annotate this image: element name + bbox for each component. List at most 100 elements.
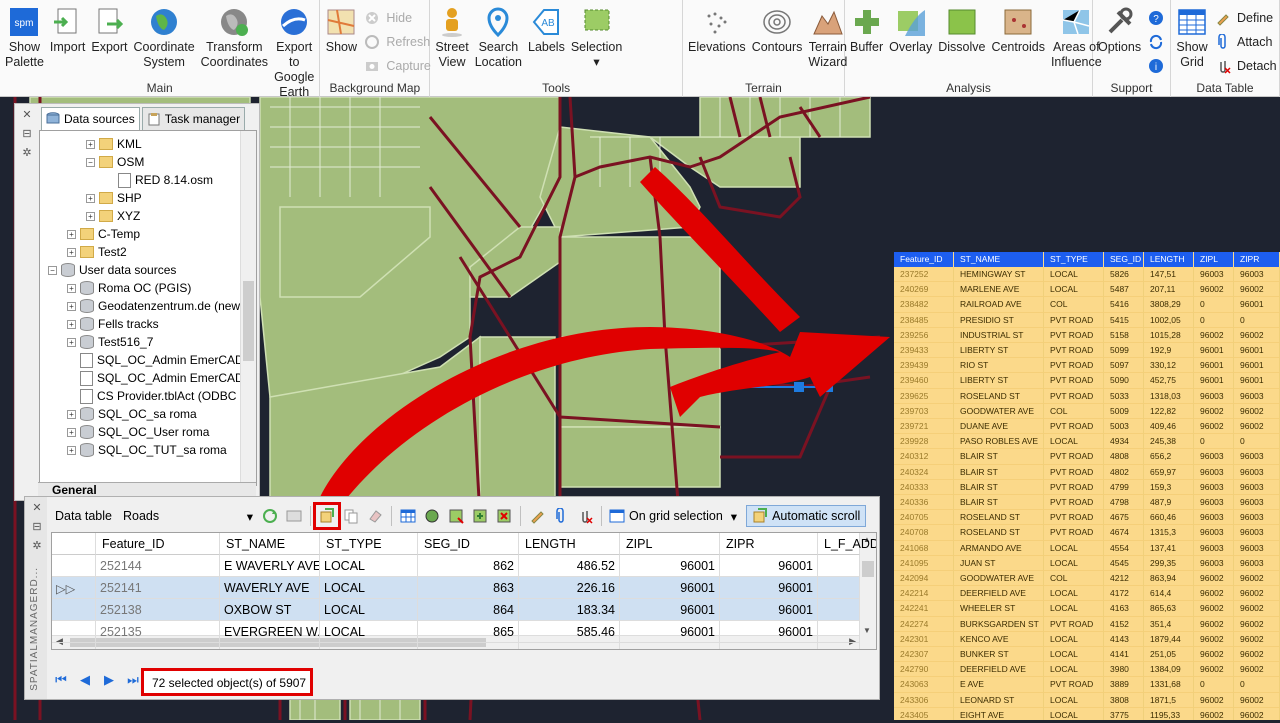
tree-node[interactable]: + Test2 xyxy=(67,243,127,261)
tree-node[interactable]: + Roma OC (PGIS) xyxy=(67,279,191,297)
tree-scrollbar[interactable] xyxy=(240,131,256,485)
tree-node[interactable]: SQL_OC_Admin EmerCAD xyxy=(67,369,244,387)
table-row[interactable]: 252132OXBOW STLOCAL8661090.219600196001 xyxy=(52,643,860,649)
table-row[interactable]: 252135 EVERGREEN W... LOCAL 865 585.46 96001 9… xyxy=(52,621,860,643)
expand-icon[interactable]: + xyxy=(86,193,95,203)
street-button[interactable]: Street View xyxy=(432,2,471,78)
expand-icon[interactable]: + xyxy=(86,139,95,149)
close-icon[interactable]: ✕ xyxy=(29,501,45,514)
row-selector[interactable] xyxy=(52,621,96,643)
scroll-thumb[interactable] xyxy=(243,281,254,361)
column-header[interactable]: SEG_ID xyxy=(418,533,519,555)
row-selector[interactable] xyxy=(52,643,96,649)
select-add-icon[interactable] xyxy=(469,505,491,527)
tree-node[interactable]: SQL_OC_Admin EmerCAD xyxy=(67,351,244,369)
pin-icon[interactable]: ⊟ xyxy=(19,127,35,140)
column-header[interactable]: ST_TYPE xyxy=(320,533,418,555)
buffer-button[interactable]: Buffer xyxy=(847,2,886,78)
info-button[interactable]: i xyxy=(1144,54,1174,78)
expand-icon[interactable]: + xyxy=(67,337,76,347)
first-record-icon[interactable]: ⏮ xyxy=(51,670,71,690)
column-header[interactable]: Feature_ID xyxy=(96,533,220,555)
hide-button[interactable]: Hide xyxy=(360,6,434,30)
select-zoom-icon[interactable] xyxy=(445,505,467,527)
expand-icon[interactable]: + xyxy=(67,445,76,455)
tree-node[interactable]: + Test516_7 xyxy=(67,333,153,351)
automatic-scroll-toggle[interactable]: Automatic scroll xyxy=(746,505,867,527)
selection-button[interactable]: Selection ▾ xyxy=(568,2,625,78)
contours-button[interactable]: Contours xyxy=(749,2,806,78)
transform-button[interactable]: Transform Coordinates xyxy=(198,2,271,78)
table-row[interactable]: 252138 OXBOW ST LOCAL 864 183.34 96001 96001 xyxy=(52,599,860,621)
tree-node[interactable]: + KML xyxy=(86,135,142,153)
table-icon[interactable] xyxy=(397,505,419,527)
detach-icon[interactable] xyxy=(574,505,596,527)
dissolve-button[interactable]: Dissolve xyxy=(935,2,988,78)
next-record-icon[interactable]: ▶ xyxy=(99,670,119,690)
select-remove-icon[interactable] xyxy=(493,505,515,527)
close-icon[interactable]: ✕ xyxy=(19,108,35,121)
data-sources-tree[interactable]: + KML − OSM RED 8.14.osm + SHP + XYZ + C-Temp + Test… xyxy=(39,130,257,486)
labels-button[interactable]: AB Labels xyxy=(525,2,568,78)
column-header[interactable]: L_F_ADD xyxy=(818,533,876,555)
show-button[interactable]: Show Grid xyxy=(1173,2,1211,78)
scroll-down-icon[interactable]: ▼ xyxy=(863,626,871,635)
copy-icon[interactable] xyxy=(340,505,362,527)
last-record-icon[interactable]: ⏭ xyxy=(123,670,143,690)
terrain-button[interactable]: Terrain Wizard xyxy=(805,2,850,78)
column-header[interactable]: ZIPL xyxy=(620,533,720,555)
tree-node[interactable]: RED 8.14.osm xyxy=(105,171,213,189)
tree-node[interactable]: + Fells tracks xyxy=(67,315,159,333)
eraser-icon[interactable] xyxy=(364,505,386,527)
expand-icon[interactable]: + xyxy=(67,319,76,329)
tab-data-sources[interactable]: Data sources xyxy=(41,107,140,130)
coordinate-button[interactable]: Coordinate System xyxy=(131,2,198,78)
options-button[interactable]: Options xyxy=(1095,2,1144,78)
zoom-to-selection-icon[interactable] xyxy=(312,502,341,530)
expand-icon[interactable]: + xyxy=(67,247,76,257)
tree-node[interactable]: + XYZ xyxy=(86,207,140,225)
column-header[interactable]: LENGTH xyxy=(519,533,620,555)
expand-icon[interactable]: + xyxy=(67,283,76,293)
expand-icon[interactable]: + xyxy=(86,211,95,221)
pencil-icon[interactable] xyxy=(526,505,548,527)
scroll-thumb[interactable] xyxy=(862,561,874,577)
refresh-button[interactable]: Refresh xyxy=(360,30,434,54)
import-button[interactable]: Import xyxy=(47,2,88,78)
globe-icon[interactable] xyxy=(421,505,443,527)
tree-node[interactable]: − User data sources xyxy=(48,261,176,279)
detach-button[interactable]: Detach xyxy=(1211,54,1280,78)
previous-record-icon[interactable]: ◀ xyxy=(75,670,95,690)
elevations-button[interactable]: Elevations xyxy=(685,2,749,78)
column-header[interactable]: ST_NAME xyxy=(220,533,320,555)
refresh-icon[interactable] xyxy=(259,505,281,527)
grid-settings-icon[interactable] xyxy=(283,505,305,527)
expand-icon[interactable]: + xyxy=(67,229,76,239)
sync-button[interactable] xyxy=(1144,30,1174,54)
tree-node[interactable]: + C-Temp xyxy=(67,225,140,243)
overlay-button[interactable]: Overlay xyxy=(886,2,935,78)
expand-icon[interactable]: + xyxy=(67,409,76,419)
collapse-icon[interactable]: − xyxy=(48,265,57,275)
row-selector[interactable] xyxy=(52,555,96,577)
tab-task-manager[interactable]: Task manager xyxy=(141,107,246,130)
tree-node[interactable]: + SHP xyxy=(86,189,142,207)
attach-button[interactable]: Attach xyxy=(1211,30,1280,54)
collapse-icon[interactable]: − xyxy=(86,157,95,167)
export-to-button[interactable]: Export to Google Earth xyxy=(271,2,317,99)
expand-icon[interactable]: + xyxy=(67,427,76,437)
tree-node[interactable]: CS Provider.tblAct (ODBC xyxy=(67,387,236,405)
help-button[interactable]: ? xyxy=(1144,6,1174,30)
gear-icon[interactable]: ✲ xyxy=(19,146,35,159)
tree-node[interactable]: + SQL_OC_TUT_sa roma xyxy=(67,441,227,459)
tree-node[interactable]: − OSM xyxy=(86,153,144,171)
tree-node[interactable]: + SQL_OC_User roma xyxy=(67,423,209,441)
show-button[interactable]: spm Show Palette xyxy=(2,2,47,78)
search-button[interactable]: Search Location xyxy=(472,2,525,78)
row-selector[interactable]: ▷▷ xyxy=(52,577,96,599)
layer-select[interactable]: Roads ▾ xyxy=(118,506,258,526)
row-selector[interactable] xyxy=(52,599,96,621)
export-button[interactable]: Export xyxy=(88,2,130,78)
capture-button[interactable]: Capture xyxy=(360,54,434,78)
paperclip-icon[interactable] xyxy=(550,505,572,527)
